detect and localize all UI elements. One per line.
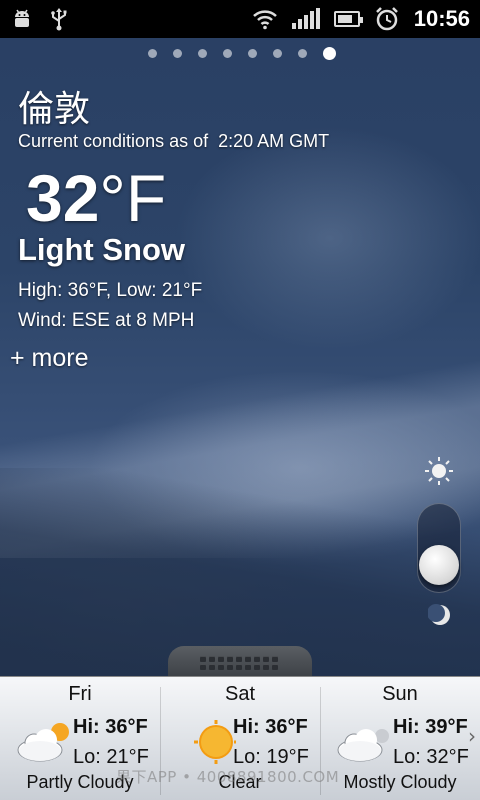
temperature-unit: °F (99, 161, 167, 235)
more-button[interactable]: + more (10, 344, 89, 373)
forecast-high: Hi: 36°F (73, 716, 148, 738)
status-bar: 10:56 (0, 0, 480, 38)
brightness-low-icon[interactable] (428, 603, 452, 627)
forecast-high: Hi: 39°F (393, 716, 468, 738)
page-dot[interactable] (198, 49, 207, 58)
wind-info: Wind: ESE at 8 MPH (18, 310, 195, 331)
brightness-high-icon[interactable] (423, 455, 455, 487)
alarm-icon (375, 7, 398, 31)
page-dot[interactable] (173, 49, 182, 58)
current-temperature: 32°F (26, 160, 166, 236)
forecast-drawer-handle[interactable] (168, 646, 312, 678)
forecast-high: Hi: 36°F (233, 716, 308, 738)
grip-row-1 (200, 656, 278, 662)
clock: 10:56 (413, 6, 470, 31)
page-dot[interactable] (298, 49, 307, 58)
page-dot[interactable] (223, 49, 232, 58)
forecast-low: Lo: 32°F (393, 746, 469, 768)
current-condition: Light Snow (18, 232, 186, 267)
page-dot[interactable] (273, 49, 282, 58)
sun-icon (194, 720, 236, 764)
forecast-condition: Mostly Cloudy (343, 772, 457, 792)
temperature-value: 32 (26, 161, 100, 235)
chevron-right-icon[interactable]: › (468, 724, 476, 748)
battery-icon (333, 11, 363, 27)
partly-cloudy-icon (17, 723, 69, 762)
day-name: Fri (68, 683, 92, 705)
page-dot[interactable] (248, 49, 257, 58)
android-debug-icon (15, 9, 29, 27)
wifi-icon (252, 10, 277, 30)
mostly-cloudy-icon (337, 729, 389, 762)
signal-icon (291, 8, 320, 29)
day-name: Sat (224, 683, 256, 705)
page-dot[interactable] (323, 47, 336, 60)
watermark: 果下APP • 4008891800.COM (116, 768, 340, 786)
page-indicator[interactable] (148, 47, 336, 60)
city-name: 倫敦 (18, 89, 91, 130)
day-name: Sun (382, 683, 418, 705)
page-dot[interactable] (148, 49, 157, 58)
brightness-slider-thumb[interactable] (419, 545, 459, 585)
usb-icon (51, 8, 67, 31)
forecast-day[interactable]: Sun Hi: 39°F Lo: 32°F Mostly Cloudy (320, 676, 480, 800)
high-low: High: 36°F, Low: 21°F (18, 280, 203, 301)
observation-time: Current conditions as of 2:20 AM GMT (18, 131, 330, 151)
grip-row-2 (200, 664, 278, 670)
